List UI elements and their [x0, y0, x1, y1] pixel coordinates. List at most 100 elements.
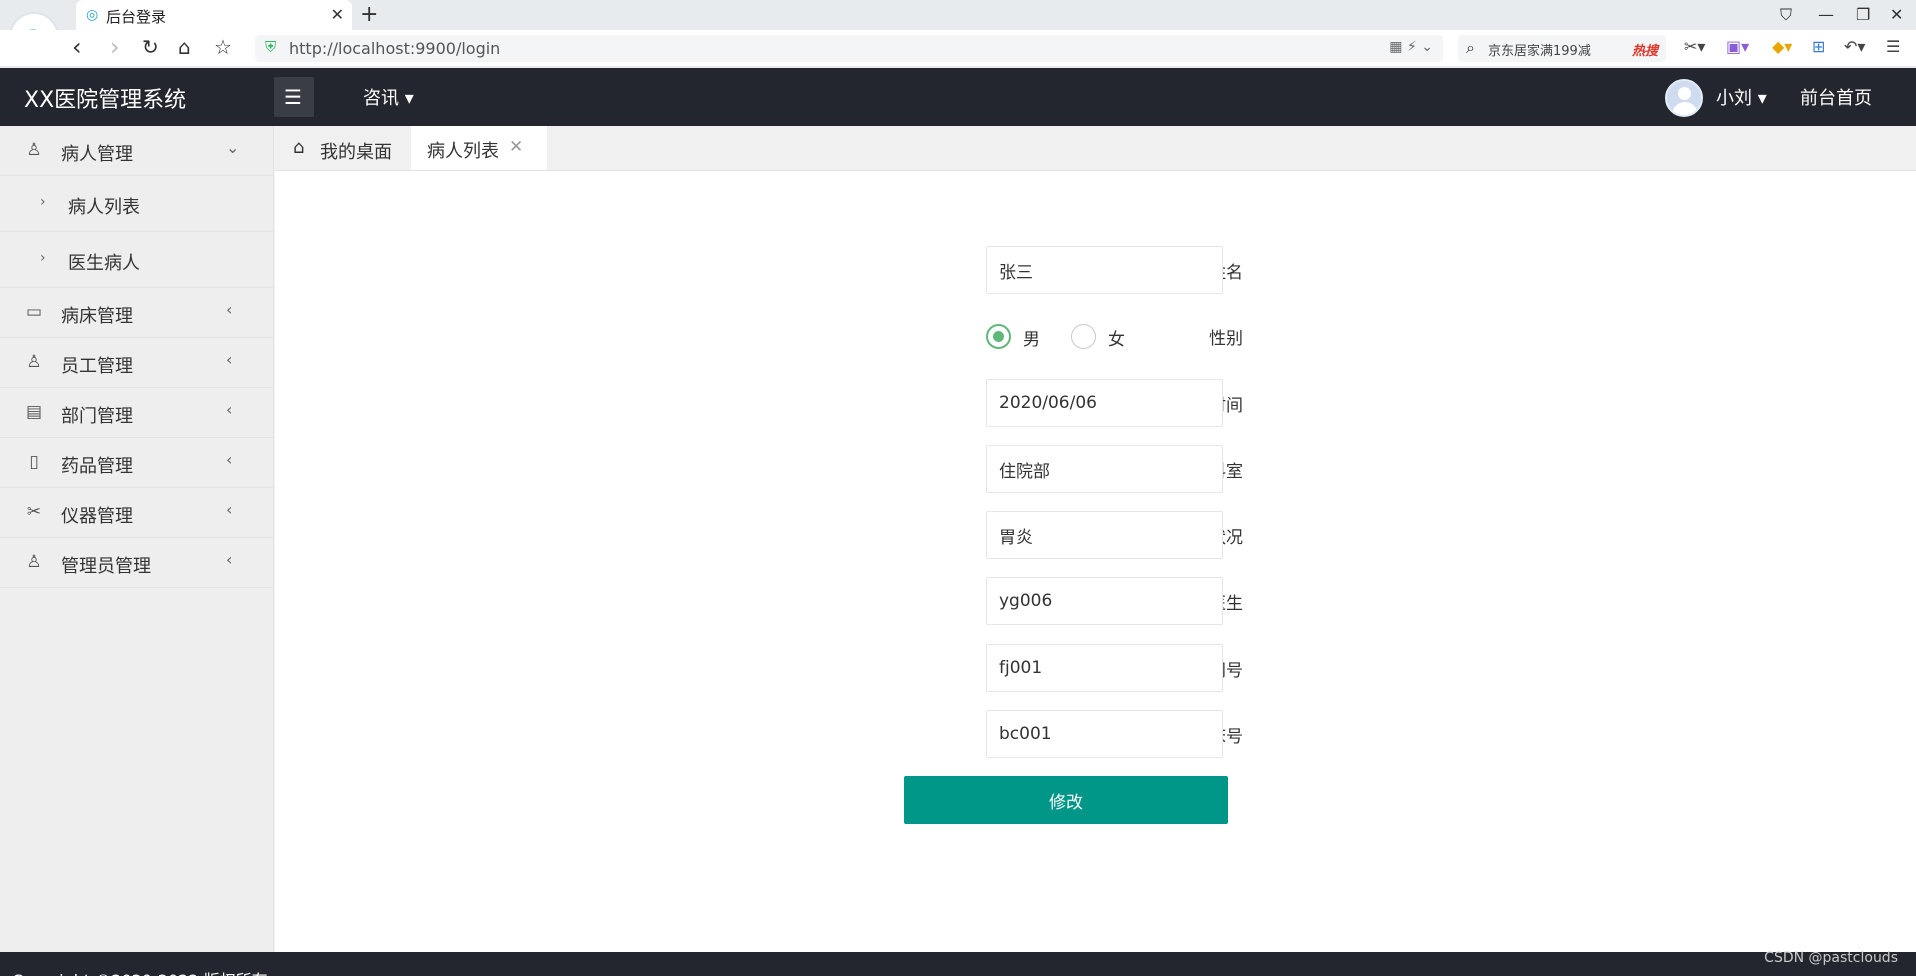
sidebar-group-label: 员工管理: [61, 356, 133, 377]
reload-icon[interactable]: ↻: [142, 34, 159, 60]
chevron-left-icon: ‹: [226, 550, 233, 569]
address-bar-tools-icon[interactable]: ▦ ⚡ ⌄: [1389, 39, 1433, 55]
shield-icon: ⛨: [265, 38, 277, 56]
sidebar-item-doctor-patient[interactable]: › 医生病人: [0, 232, 273, 288]
department-icon: ▤: [25, 402, 43, 422]
home-icon[interactable]: ⌂: [178, 34, 191, 60]
back-icon[interactable]: ‹: [72, 34, 82, 60]
minimize-icon[interactable]: —: [1818, 5, 1834, 24]
watermark: CSDN @pastclouds: [1764, 950, 1898, 966]
main-content: 姓名 性别 男 女 入院时间 所属科室 状况 主治医生 房间号 病床号 修改: [275, 171, 1916, 952]
gender-male-radio[interactable]: [986, 324, 1011, 349]
url-text: http://localhost:9900/login: [289, 39, 501, 58]
user-name-label: 小刘: [1716, 88, 1752, 109]
chevron-down-icon: ⌄: [226, 138, 240, 157]
browser-tab[interactable]: ◎ 后台登录 ✕: [76, 0, 352, 30]
form-row-department: 所属科室: [275, 445, 1916, 493]
restore-icon[interactable]: ❐: [1856, 5, 1870, 24]
footer: Copyright ©2020-2022 版权所有: [0, 952, 1916, 976]
instrument-icon: ✂: [26, 502, 42, 522]
page-favicon-icon: ◎: [86, 7, 99, 23]
form-row-condition: 状况: [275, 511, 1916, 559]
caret-down-icon: ▾: [1757, 88, 1767, 109]
sidebar-group-instrument[interactable]: ✂ 仪器管理 ‹: [0, 488, 273, 538]
sidebar-group-label: 管理员管理: [61, 556, 151, 577]
form-row-doctor: 主治医生: [275, 577, 1916, 625]
close-window-icon[interactable]: ✕: [1890, 5, 1903, 24]
submit-button[interactable]: 修改: [904, 776, 1228, 824]
nav-news-menu[interactable]: 咨讯 ▾: [363, 84, 414, 110]
sidebar-group-admin[interactable]: ♙ 管理员管理 ‹: [0, 538, 273, 588]
tab-patient-list[interactable]: 病人列表 ✕: [411, 126, 547, 170]
department-field[interactable]: [986, 445, 1223, 493]
sidebar-group-bed[interactable]: ▭ 病床管理 ‹: [0, 288, 273, 338]
undo-icon[interactable]: ↶▾: [1844, 37, 1865, 56]
tab-label: 我的桌面: [320, 142, 392, 163]
user-icon: ♙: [26, 140, 42, 160]
sidebar-item-label: 医生病人: [68, 253, 140, 274]
front-home-link[interactable]: 前台首页: [1800, 84, 1872, 110]
forward-icon[interactable]: ›: [110, 34, 120, 60]
tab-desktop[interactable]: ⌂ 我的桌面: [275, 126, 411, 170]
tab-label: 病人列表: [427, 141, 499, 162]
gender-female-radio[interactable]: [1071, 324, 1096, 349]
gender-male-label[interactable]: 男: [1023, 325, 1040, 350]
star-icon[interactable]: ☆: [214, 34, 232, 60]
home-icon: ⌂: [293, 137, 305, 158]
chevron-left-icon: ‹: [226, 500, 233, 519]
sidebar-group-department[interactable]: ▤ 部门管理 ‹: [0, 388, 273, 438]
chevron-left-icon: ‹: [226, 300, 233, 319]
form-row-room: 房间号: [275, 644, 1916, 692]
apps-icon[interactable]: ⊞: [1812, 37, 1825, 56]
sidebar-group-label: 部门管理: [61, 406, 133, 427]
sidebar-group-staff[interactable]: ♙ 员工管理 ‹: [0, 338, 273, 388]
scissors-icon[interactable]: ✂▾: [1684, 37, 1705, 56]
hot-search-badge: 热搜: [1631, 44, 1658, 59]
caret-down-icon: ▾: [404, 88, 414, 109]
sidebar-item-label: 病人列表: [68, 197, 140, 218]
sidebar-group-patient[interactable]: ♙ 病人管理 ⌄: [0, 126, 273, 176]
name-field[interactable]: [986, 246, 1223, 294]
sidebar-group-label: 病人管理: [61, 144, 133, 165]
translate-icon[interactable]: ▣▾: [1726, 37, 1749, 56]
menu-toggle-button[interactable]: ☰: [274, 77, 314, 117]
browser-tabbar: ◎ 后台登录 ✕ + ⛉ — ❐ ✕: [0, 0, 1916, 30]
search-icon: ⌕: [1466, 38, 1475, 57]
shirt-icon[interactable]: ⛉: [1780, 5, 1792, 25]
gender-female-label[interactable]: 女: [1108, 325, 1125, 350]
copyright-text: Copyright ©2020-2022 版权所有: [12, 967, 268, 976]
nav-news-label: 咨讯: [363, 88, 399, 109]
form-row-admission: 入院时间: [275, 379, 1916, 427]
form-row-gender: 性别 男 女: [275, 312, 1916, 360]
close-tab-icon[interactable]: ✕: [331, 5, 344, 24]
chevron-left-icon: ‹: [226, 400, 233, 419]
chevron-right-icon: ›: [40, 194, 46, 210]
room-field[interactable]: [986, 644, 1223, 692]
admission-date-field[interactable]: [986, 379, 1223, 427]
sidebar-item-patient-list[interactable]: › 病人列表: [0, 176, 273, 232]
form-row-name: 姓名: [275, 246, 1916, 294]
close-icon[interactable]: ✕: [509, 137, 523, 157]
staff-icon: ♙: [26, 352, 42, 372]
user-menu[interactable]: 小刘 ▾: [1716, 84, 1767, 110]
chevron-left-icon: ‹: [226, 450, 233, 469]
form-row-bed: 病床号: [275, 710, 1916, 758]
page-tab-strip: ⌂ 我的桌面 病人列表 ✕: [275, 126, 1916, 171]
address-bar[interactable]: ⛨ http://localhost:9900/login ▦ ⚡ ⌄: [255, 35, 1443, 62]
sidebar-group-medicine[interactable]: ▯ 药品管理 ‹: [0, 438, 273, 488]
bed-icon: ▭: [25, 302, 43, 322]
browser-search-box[interactable]: ⌕ 京东居家满199减 热搜: [1458, 35, 1666, 62]
browser-menu-icon[interactable]: ☰: [1886, 37, 1900, 56]
avatar[interactable]: [1665, 79, 1703, 117]
medicine-icon: ▯: [29, 452, 39, 472]
sidebar-group-label: 药品管理: [61, 456, 133, 477]
app-header: XX医院管理系统 ☰ 咨讯 ▾ 小刘 ▾ 前台首页: [0, 68, 1916, 126]
gender-label: 性别: [1209, 329, 1243, 349]
bed-field[interactable]: [986, 710, 1223, 758]
shield-ext-icon[interactable]: ◆▾: [1772, 37, 1792, 56]
browser-tab-title: 后台登录: [106, 8, 167, 26]
condition-field[interactable]: [986, 511, 1223, 559]
sidebar-group-label: 病床管理: [61, 306, 133, 327]
doctor-field[interactable]: [986, 577, 1223, 625]
new-tab-icon[interactable]: +: [360, 2, 378, 27]
